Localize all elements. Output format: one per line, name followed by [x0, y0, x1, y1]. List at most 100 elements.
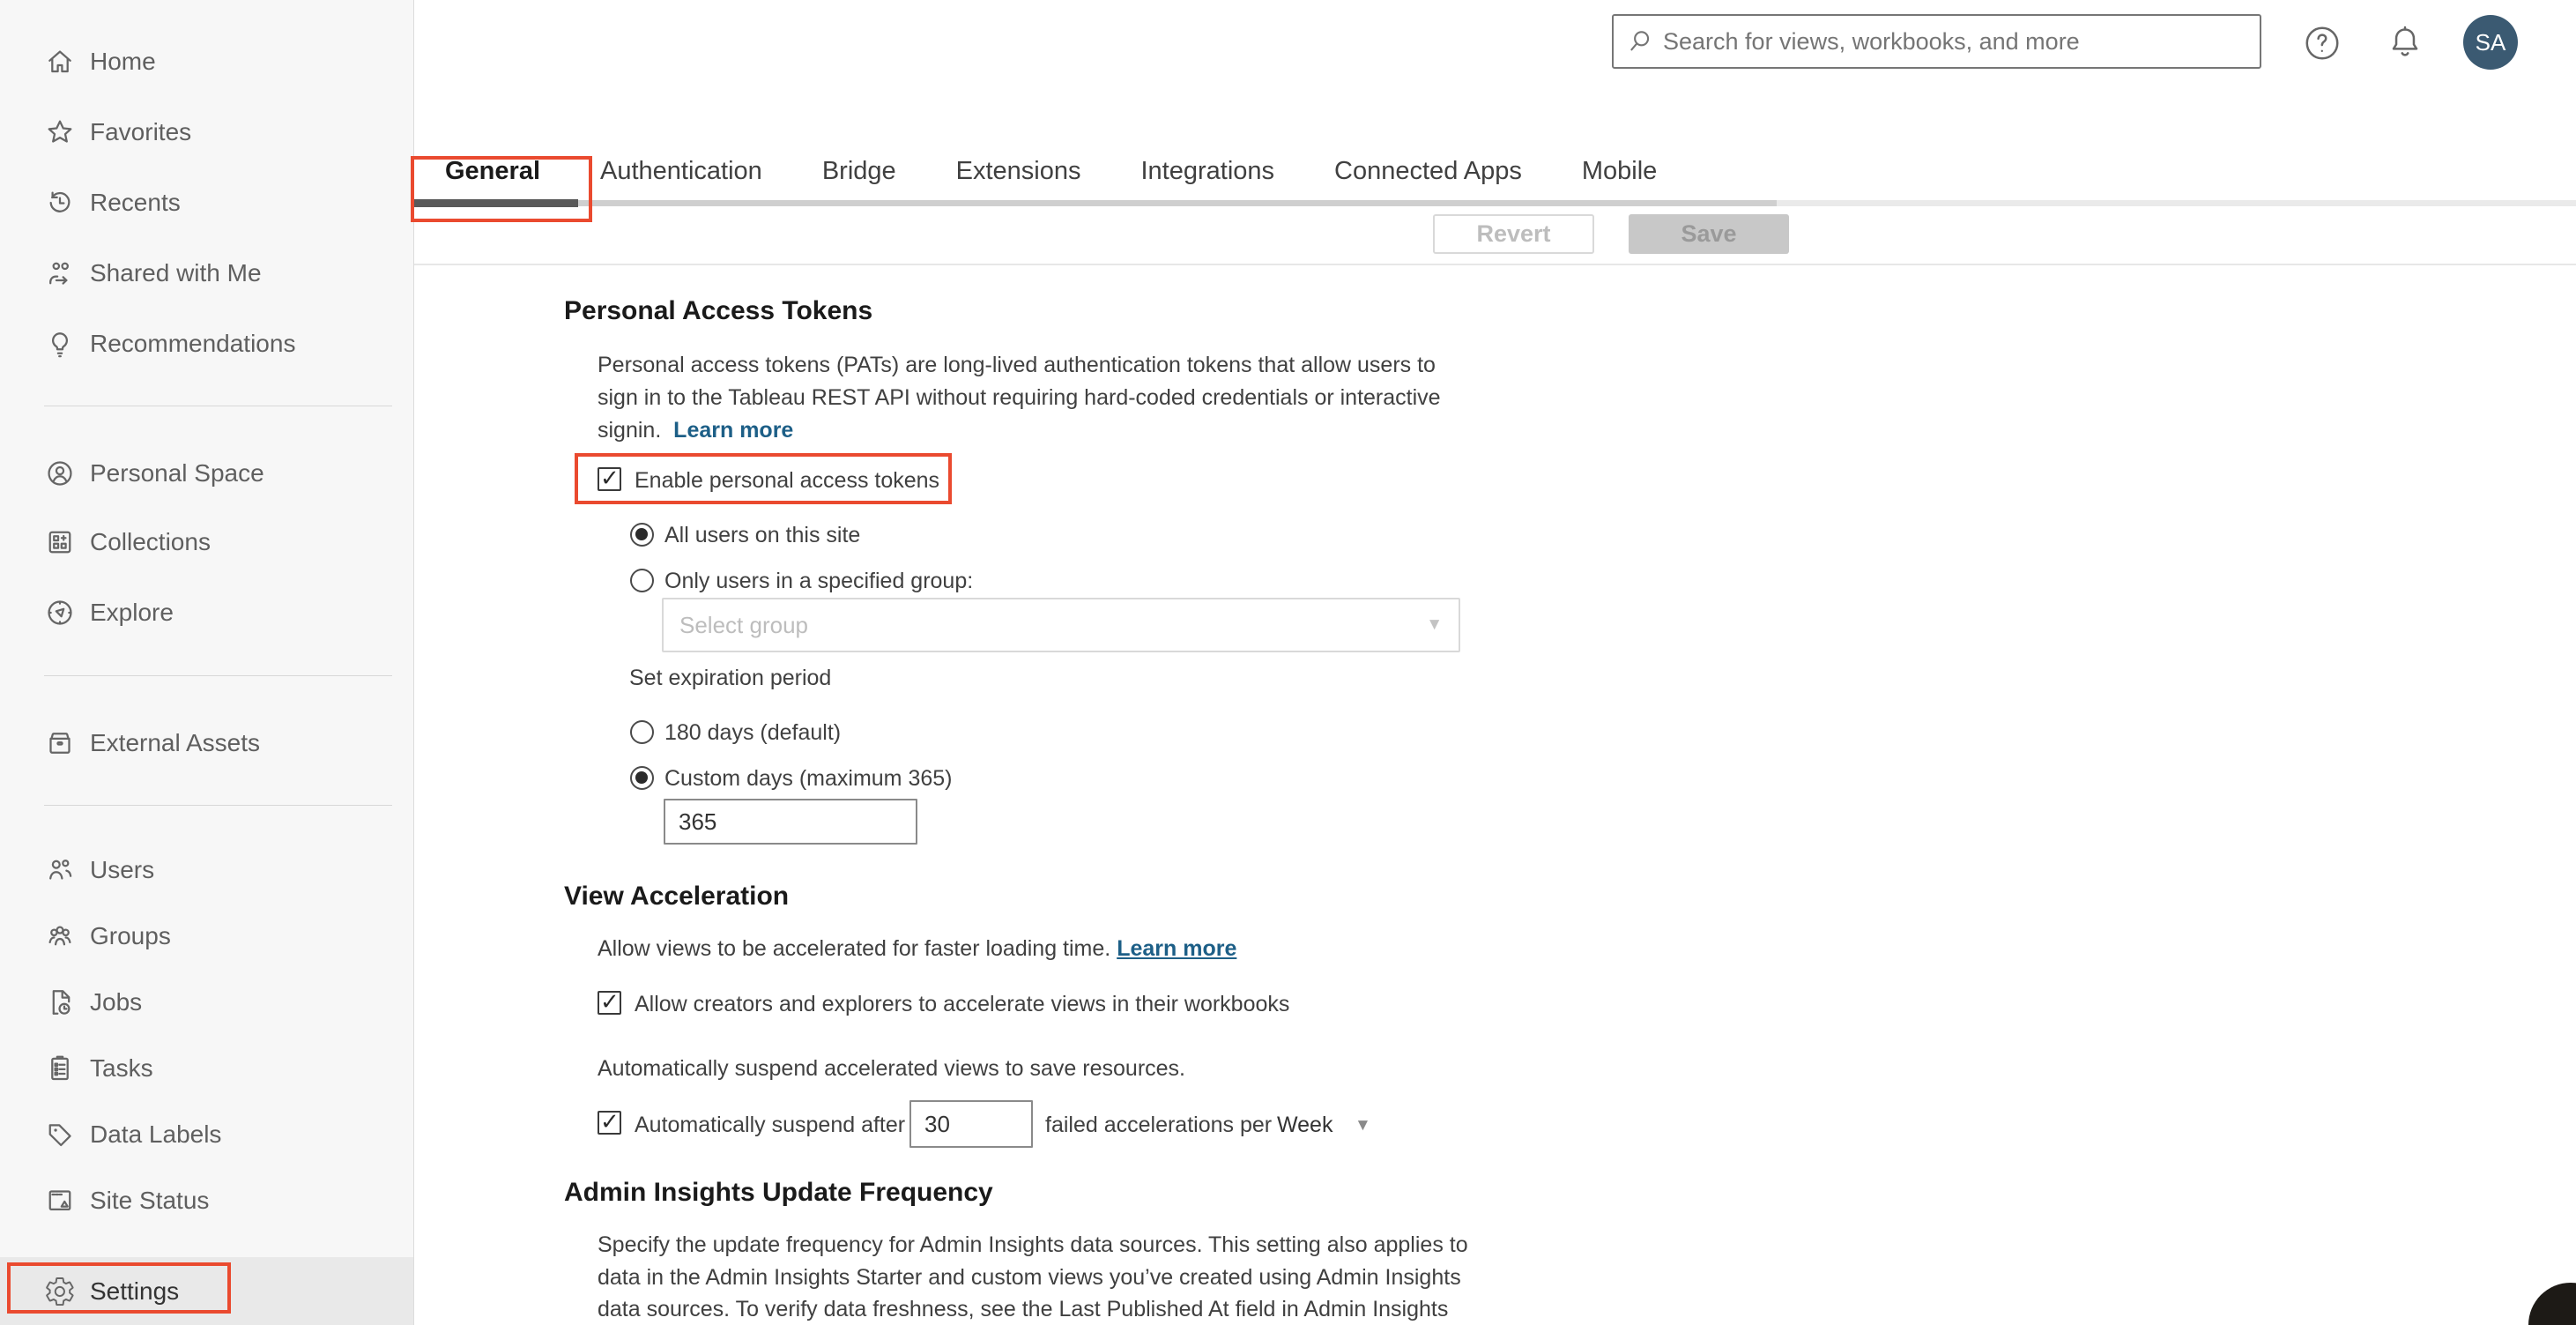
global-search — [1612, 14, 2261, 69]
suspend-period-dropdown[interactable]: Week — [1277, 1113, 1333, 1138]
tab-mobile[interactable]: Mobile — [1582, 157, 1657, 198]
sidebar-item-label: Groups — [90, 922, 171, 949]
admin-insights-description-line: data sources. To verify data freshness, … — [598, 1297, 1449, 1321]
section-title-personal-access-tokens: Personal Access Tokens — [564, 296, 873, 325]
user-avatar[interactable]: SA — [2463, 15, 2518, 70]
sidebar-item-label: Recommendations — [90, 330, 296, 357]
search-icon — [1630, 31, 1650, 51]
admin-insights-description-line: Specify the update frequency for Admin I… — [598, 1232, 1468, 1257]
sidebar-item-favorites[interactable]: Favorites — [0, 98, 413, 167]
specified-group-radio[interactable] — [630, 569, 654, 592]
sidebar-item-external-assets[interactable]: External Assets — [0, 709, 413, 778]
sidebar-item-shared-with-me[interactable]: Shared with Me — [0, 239, 413, 308]
tab-extensions[interactable]: Extensions — [956, 157, 1081, 198]
history-icon — [49, 191, 71, 212]
sidebar-item-recents[interactable]: Recents — [0, 168, 413, 237]
specified-group-label: Only users in a specified group: — [664, 569, 974, 593]
notifications-bell-icon[interactable] — [2385, 23, 2425, 63]
all-users-label: All users on this site — [664, 523, 861, 547]
tab-integrations[interactable]: Integrations — [1141, 157, 1275, 198]
view-accel-description: Allow views to be accelerated for faster… — [598, 936, 1237, 961]
expiration-custom-radio[interactable] — [630, 766, 654, 790]
allow-acceleration-checkbox[interactable] — [598, 988, 621, 1016]
collections-icon — [48, 531, 71, 554]
view-accel-learn-more-link[interactable]: Learn more — [1117, 936, 1236, 961]
pat-description-line: sign in to the Tableau REST API without … — [598, 385, 1441, 410]
revert-button[interactable]: Revert — [1433, 214, 1594, 254]
tab-scrollbar-thumb[interactable] — [414, 200, 1777, 206]
sidebar-item-data-labels[interactable]: Data Labels — [0, 1100, 413, 1169]
group-select-placeholder: Select group — [679, 611, 808, 638]
sidebar-divider — [44, 675, 392, 676]
settings-tab-bar: General Authentication Bridge Extensions… — [445, 157, 1657, 198]
sidebar-item-label: Personal Space — [90, 459, 264, 487]
tab-bridge[interactable]: Bridge — [822, 157, 896, 198]
tab-authentication[interactable]: Authentication — [600, 157, 762, 198]
sidebar-item-label: Users — [90, 856, 155, 883]
suspend-description: Automatically suspend accelerated views … — [598, 1056, 1185, 1081]
section-title-admin-insights: Admin Insights Update Frequency — [564, 1178, 993, 1207]
sidebar-item-label: Collections — [90, 528, 211, 555]
enable-pat-label: Enable personal access tokens — [635, 468, 940, 493]
tableau-settings-page: Home Favorites Recents Shared with Me Re… — [0, 0, 2576, 1325]
all-users-radio[interactable] — [630, 523, 654, 547]
toolbar-divider — [414, 264, 2576, 265]
sidebar-item-label: Data Labels — [90, 1120, 222, 1148]
sidebar-item-label: Home — [90, 48, 156, 75]
sidebar: Home Favorites Recents Shared with Me Re… — [0, 0, 414, 1325]
sidebar-item-label: External Assets — [90, 729, 260, 756]
section-title-view-acceleration: View Acceleration — [564, 882, 790, 911]
tab-connected-apps[interactable]: Connected Apps — [1334, 157, 1522, 198]
help-icon[interactable] — [2302, 23, 2342, 63]
search-input[interactable] — [1663, 27, 2247, 56]
compass-icon — [48, 600, 72, 625]
admin-insights-description-line: data in the Admin Insights Starter and c… — [598, 1265, 1461, 1290]
sidebar-item-groups[interactable]: Groups — [0, 902, 413, 971]
avatar-initials: SA — [2475, 28, 2506, 56]
gear-icon — [46, 1277, 74, 1306]
sidebar-item-explore[interactable]: Explore — [0, 578, 413, 647]
auto-suspend-checkbox[interactable] — [598, 1108, 621, 1135]
expiration-180-label: 180 days (default) — [664, 720, 842, 745]
document-clock-icon — [52, 990, 71, 1015]
star-icon — [48, 120, 72, 143]
pat-learn-more-link[interactable]: Learn more — [673, 418, 793, 443]
enable-pat-checkbox[interactable] — [598, 465, 621, 492]
drawer-icon — [49, 733, 71, 754]
browser-status-icon — [48, 1190, 71, 1211]
allow-acceleration-label: Allow creators and explorers to accelera… — [635, 992, 1290, 1016]
sidebar-item-personal-space[interactable]: Personal Space — [0, 439, 413, 508]
corner-floating-button[interactable] — [2528, 1283, 2576, 1325]
clipboard-icon — [51, 1055, 69, 1081]
sidebar-item-users[interactable]: Users — [0, 836, 413, 904]
groups-icon — [48, 926, 71, 946]
sidebar-item-label: Jobs — [90, 988, 143, 1016]
tab-general[interactable]: General — [445, 157, 540, 198]
sidebar-item-jobs[interactable]: Jobs — [0, 968, 413, 1037]
shared-icon — [49, 262, 69, 285]
expiration-180-radio[interactable] — [630, 720, 654, 744]
users-icon — [49, 860, 72, 880]
sidebar-divider — [44, 805, 392, 806]
active-tab-indicator — [414, 199, 578, 207]
sidebar-item-label: Recents — [90, 189, 181, 216]
sidebar-item-tasks[interactable]: Tasks — [0, 1034, 413, 1103]
auto-suspend-suffix-label: failed accelerations per — [1045, 1113, 1273, 1137]
suspend-threshold-input[interactable] — [909, 1100, 1033, 1148]
pat-description-line: Personal access tokens (PATs) are long-l… — [598, 353, 1436, 377]
group-select-dropdown[interactable]: Select group ▼ — [662, 598, 1460, 652]
sidebar-item-recommendations[interactable]: Recommendations — [0, 309, 413, 378]
auto-suspend-prefix-label: Automatically suspend after — [635, 1113, 906, 1137]
sidebar-item-label: Tasks — [90, 1054, 153, 1082]
sidebar-item-label: Explore — [90, 599, 174, 626]
sidebar-item-site-status[interactable]: Site Status — [0, 1166, 413, 1235]
sidebar-item-settings[interactable]: Settings — [0, 1257, 413, 1325]
person-circle-icon — [48, 461, 72, 486]
sidebar-item-home[interactable]: Home — [0, 27, 413, 96]
sidebar-item-collections[interactable]: Collections — [0, 508, 413, 577]
expiration-custom-label: Custom days (maximum 365) — [664, 766, 953, 791]
chevron-down-icon[interactable]: ▼ — [1355, 1116, 1371, 1135]
pat-description-line: signin. Learn more — [598, 418, 794, 443]
custom-days-input[interactable] — [664, 799, 917, 845]
save-button[interactable]: Save — [1629, 214, 1789, 254]
